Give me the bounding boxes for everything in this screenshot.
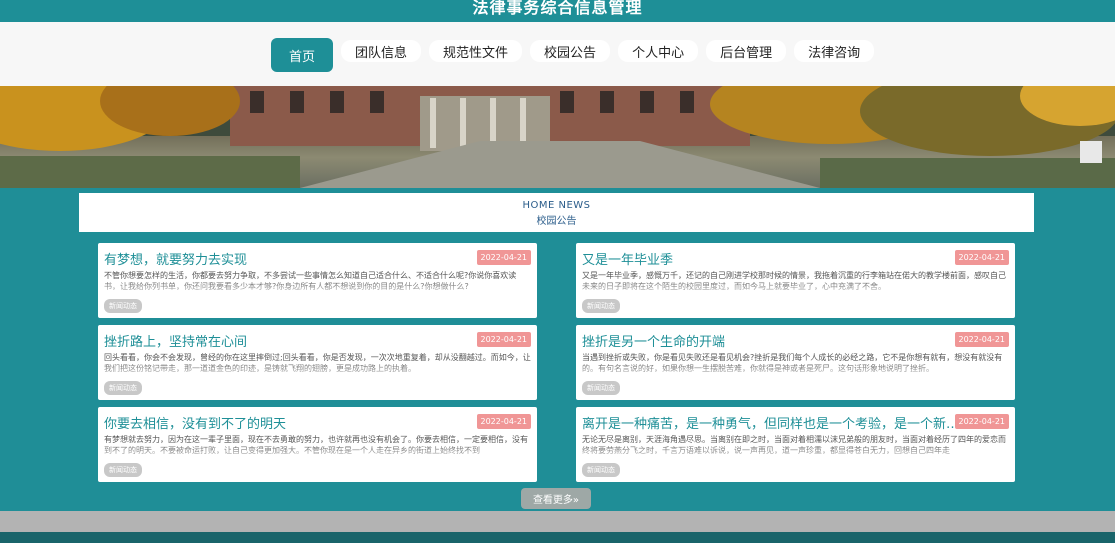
news-title[interactable]: 挫折是另一个生命的开端 — [582, 331, 962, 350]
nav-regulations[interactable]: 规范性文件 — [429, 40, 523, 62]
news-title[interactable]: 离开是一种痛苦，是一种勇气，但同样也是一个考验，是一个新的开始 — [582, 413, 962, 432]
news-date-badge: 2022-04-21 — [476, 414, 531, 429]
news-date-badge: 2022-04-21 — [954, 332, 1009, 347]
news-category-tag: 新闻动态 — [104, 381, 142, 395]
news-card[interactable]: 有梦想，就要努力去实现 2022-04-21 不管你想要怎样的生活，你都要去努力… — [98, 243, 537, 318]
nav-legal-consult[interactable]: 法律咨询 — [794, 40, 875, 62]
nav-admin[interactable]: 后台管理 — [706, 40, 787, 62]
excerpt-fade — [576, 279, 1015, 299]
news-card[interactable]: 你要去相信，没有到不了的明天 2022-04-21 有梦想就去努力，因为在这一辈… — [98, 407, 537, 482]
news-date-badge: 2022-04-21 — [954, 414, 1009, 429]
nav-team-info[interactable]: 团队信息 — [341, 40, 422, 62]
section-header: HOME NEWS 校园公告 — [79, 193, 1034, 234]
nav-campus-notices[interactable]: 校园公告 — [530, 40, 611, 62]
excerpt-fade — [576, 361, 1015, 381]
section-title-cn: 校园公告 — [536, 216, 577, 227]
news-card[interactable]: 挫折是另一个生命的开端 2022-04-21 当遇到挫折或失败，你是看见失败还是… — [576, 325, 1015, 400]
nav-bar: 首页 团队信息 规范性文件 校园公告 个人中心 后台管理 法律咨询 — [0, 22, 1115, 86]
site-title: 法律事务综合信息管理 — [472, 0, 643, 17]
news-date-badge: 2022-04-21 — [476, 332, 531, 347]
nav-home[interactable]: 首页 — [271, 38, 334, 72]
news-category-tag: 新闻动态 — [582, 299, 620, 313]
news-category-tag: 新闻动态 — [582, 381, 620, 395]
news-card[interactable]: 又是一年毕业季 2022-04-21 又是一年毕业季，感慨万千，还记的自己刚进学… — [576, 243, 1015, 318]
news-category-tag: 新闻动态 — [104, 463, 142, 477]
section-title-en: HOME NEWS — [522, 200, 591, 211]
footer-bar — [0, 511, 1115, 532]
excerpt-fade — [98, 443, 537, 463]
view-more-button[interactable]: 查看更多» — [521, 488, 591, 509]
news-card[interactable]: 离开是一种痛苦，是一种勇气，但同样也是一个考验，是一个新的开始 2022-04-… — [576, 407, 1015, 482]
excerpt-fade — [98, 361, 537, 381]
news-card[interactable]: 挫折路上，坚持常在心间 2022-04-21 回头看看，你会不会发现，曾经的你在… — [98, 325, 537, 400]
news-title[interactable]: 又是一年毕业季 — [582, 249, 962, 268]
news-category-tag: 新闻动态 — [104, 299, 142, 313]
main-nav: 首页 团队信息 规范性文件 校园公告 个人中心 后台管理 法律咨询 — [271, 38, 875, 72]
news-date-badge: 2022-04-21 — [476, 250, 531, 265]
news-category-tag: 新闻动态 — [582, 463, 620, 477]
footer-bottom-strip — [0, 532, 1115, 543]
news-title[interactable]: 挫折路上，坚持常在心间 — [104, 331, 484, 350]
campus-banner-image — [0, 86, 1115, 188]
news-title[interactable]: 你要去相信，没有到不了的明天 — [104, 413, 484, 432]
news-title[interactable]: 有梦想，就要努力去实现 — [104, 249, 484, 268]
excerpt-fade — [98, 279, 537, 299]
excerpt-fade — [576, 443, 1015, 463]
nav-personal-center[interactable]: 个人中心 — [618, 40, 699, 62]
top-bar: 法律事务综合信息管理 — [0, 0, 1115, 22]
news-date-badge: 2022-04-21 — [954, 250, 1009, 265]
